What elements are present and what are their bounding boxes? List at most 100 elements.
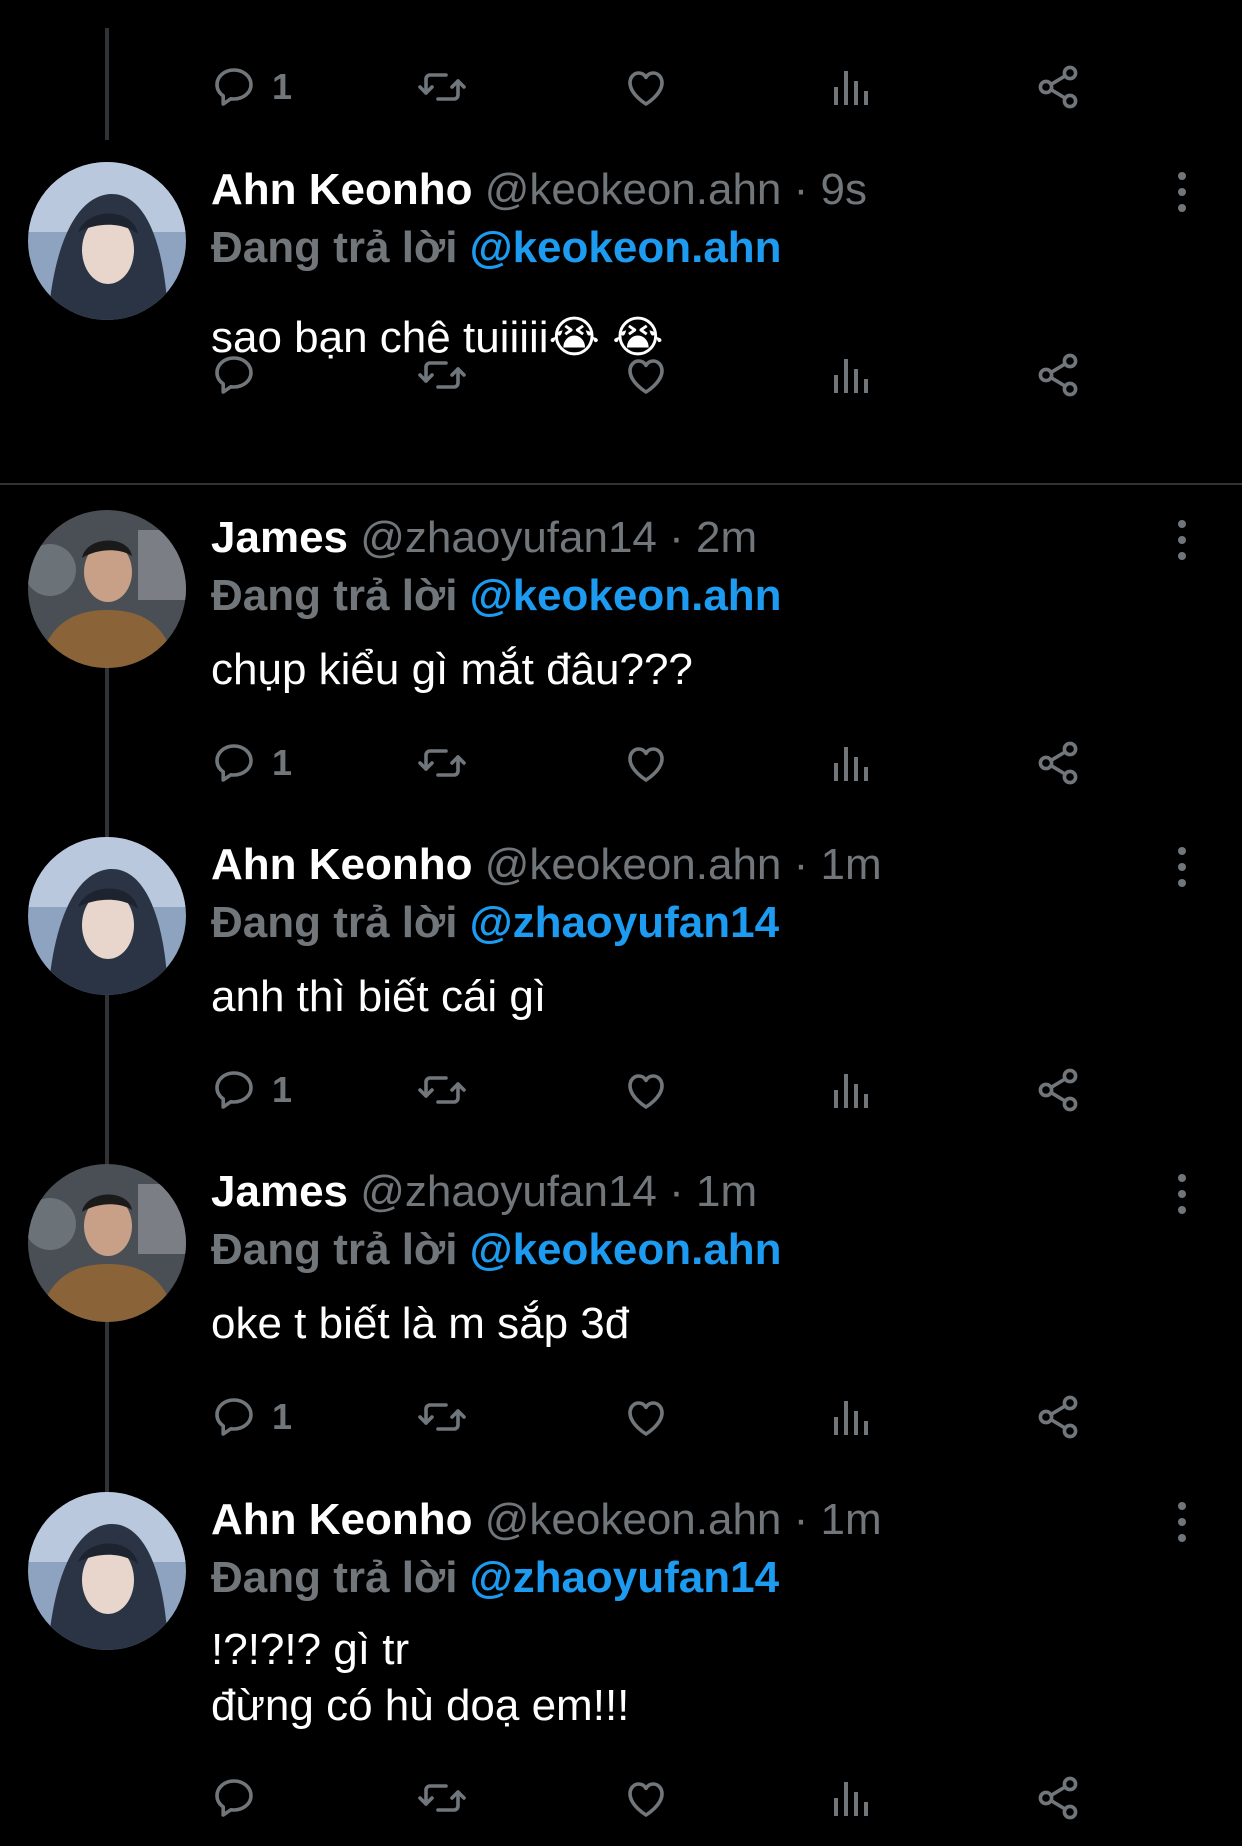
reply-button[interactable] — [210, 345, 272, 405]
retweet-button[interactable] — [416, 1387, 468, 1447]
avatar[interactable] — [28, 510, 186, 668]
replying-to-handle[interactable]: @zhaoyufan14 — [470, 1553, 779, 1602]
like-button[interactable] — [622, 1387, 670, 1447]
views-button[interactable] — [828, 1768, 876, 1828]
display-name[interactable]: Ahn Keonho — [211, 165, 473, 214]
retweet-icon — [416, 351, 468, 399]
share-icon — [1034, 739, 1082, 787]
views-icon — [828, 1066, 876, 1114]
timestamp[interactable]: 2m — [696, 513, 757, 562]
tweet[interactable]: James @zhaoyufan14 · 1m Đang trả lời @ke… — [0, 1164, 1242, 1464]
tweet[interactable]: James @zhaoyufan14 · 2m Đang trả lời @ke… — [0, 510, 1242, 810]
reply-button[interactable]: 1 — [210, 57, 292, 117]
tweet-text-line: oke t biết là m sắp 3đ — [211, 1299, 630, 1348]
retweet-button[interactable] — [416, 733, 468, 793]
tweet[interactable]: Ahn Keonho @keokeon.ahn · 9s Đang trả lờ… — [0, 162, 1242, 462]
more-button[interactable] — [1170, 1500, 1194, 1544]
like-button[interactable] — [622, 1060, 670, 1120]
action-bar — [210, 1768, 1110, 1828]
reply-icon — [210, 1066, 258, 1114]
retweet-button[interactable] — [416, 1768, 468, 1828]
replying-label: Đang trả lời — [211, 898, 458, 947]
avatar[interactable] — [28, 1164, 186, 1322]
replying-to-handle[interactable]: @keokeon.ahn — [470, 223, 782, 272]
more-icon — [1170, 1502, 1194, 1548]
like-button[interactable] — [622, 345, 670, 405]
tweet-header: Ahn Keonho @keokeon.ahn · 1m — [211, 837, 882, 893]
tweet-header: James @zhaoyufan14 · 1m — [211, 1164, 757, 1220]
retweet-icon — [416, 63, 468, 111]
views-button[interactable] — [828, 57, 876, 117]
like-icon — [622, 739, 670, 787]
handle[interactable]: @keokeon.ahn — [485, 840, 782, 889]
views-icon — [828, 63, 876, 111]
more-button[interactable] — [1170, 1172, 1194, 1216]
tweet-text-line: đừng có hù doạ em!!! — [211, 1681, 630, 1730]
tweet[interactable]: Ahn Keonho @keokeon.ahn · 1m Đang trả lờ… — [0, 1492, 1242, 1846]
reply-button[interactable]: 1 — [210, 1060, 292, 1120]
display-name[interactable]: Ahn Keonho — [211, 1495, 473, 1544]
timestamp[interactable]: 9s — [821, 165, 867, 214]
replying-to: Đang trả lời @keokeon.ahn — [211, 1222, 782, 1278]
views-icon — [828, 1774, 876, 1822]
tweet-text: oke t biết là m sắp 3đ — [211, 1296, 629, 1352]
like-icon — [622, 1066, 670, 1114]
share-button[interactable] — [1034, 57, 1082, 117]
display-name[interactable]: James — [211, 513, 348, 562]
more-icon — [1170, 847, 1194, 893]
replying-to-handle[interactable]: @keokeon.ahn — [470, 571, 782, 620]
like-button[interactable] — [622, 733, 670, 793]
reply-icon — [210, 63, 258, 111]
retweet-button[interactable] — [416, 345, 468, 405]
more-icon — [1170, 1174, 1194, 1220]
timestamp[interactable]: 1m — [821, 1495, 882, 1544]
avatar[interactable] — [28, 162, 186, 320]
share-button[interactable] — [1034, 345, 1082, 405]
tweet-text-line: chụp kiểu gì mắt đâu??? — [211, 645, 693, 694]
avatar[interactable] — [28, 837, 186, 995]
share-button[interactable] — [1034, 1387, 1082, 1447]
tweet-text: !?!?!? gì tr đừng có hù doạ em!!! — [211, 1622, 629, 1734]
timestamp[interactable]: 1m — [821, 840, 882, 889]
reply-icon — [210, 739, 258, 787]
retweet-icon — [416, 1066, 468, 1114]
retweet-icon — [416, 1393, 468, 1441]
views-button[interactable] — [828, 733, 876, 793]
replying-to-handle[interactable]: @zhaoyufan14 — [470, 898, 779, 947]
more-button[interactable] — [1170, 170, 1194, 214]
tweet-text: anh thì biết cái gì — [211, 969, 546, 1025]
retweet-button[interactable] — [416, 57, 468, 117]
replying-to-handle[interactable]: @keokeon.ahn — [470, 1225, 782, 1274]
views-button[interactable] — [828, 1060, 876, 1120]
reply-count: 1 — [272, 66, 293, 107]
views-button[interactable] — [828, 1387, 876, 1447]
reply-button[interactable]: 1 — [210, 1387, 292, 1447]
replying-label: Đang trả lời — [211, 571, 458, 620]
timestamp[interactable]: 1m — [696, 1167, 757, 1216]
tweet-text: chụp kiểu gì mắt đâu??? — [211, 642, 693, 698]
like-button[interactable] — [622, 1768, 670, 1828]
handle[interactable]: @zhaoyufan14 — [360, 1167, 657, 1216]
reply-button[interactable]: 1 — [210, 733, 292, 793]
handle[interactable]: @zhaoyufan14 — [360, 513, 657, 562]
replying-to: Đang trả lời @zhaoyufan14 — [211, 895, 779, 951]
like-icon — [622, 351, 670, 399]
more-button[interactable] — [1170, 518, 1194, 562]
display-name[interactable]: James — [211, 1167, 348, 1216]
replying-label: Đang trả lời — [211, 223, 458, 272]
share-button[interactable] — [1034, 1060, 1082, 1120]
handle[interactable]: @keokeon.ahn — [485, 165, 782, 214]
share-button[interactable] — [1034, 1768, 1082, 1828]
reply-button[interactable] — [210, 1768, 272, 1828]
display-name[interactable]: Ahn Keonho — [211, 840, 473, 889]
views-button[interactable] — [828, 345, 876, 405]
retweet-button[interactable] — [416, 1060, 468, 1120]
replying-label: Đang trả lời — [211, 1553, 458, 1602]
tweet[interactable]: Ahn Keonho @keokeon.ahn · 1m Đang trả lờ… — [0, 837, 1242, 1137]
retweet-icon — [416, 739, 468, 787]
more-button[interactable] — [1170, 845, 1194, 889]
share-button[interactable] — [1034, 733, 1082, 793]
handle[interactable]: @keokeon.ahn — [485, 1495, 782, 1544]
like-button[interactable] — [622, 57, 670, 117]
avatar[interactable] — [28, 1492, 186, 1650]
